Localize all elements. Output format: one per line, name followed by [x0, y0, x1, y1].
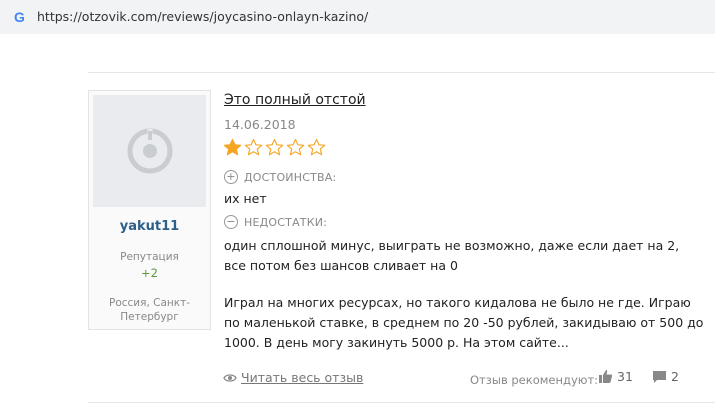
likes-count: 31	[617, 369, 633, 384]
pros-text: их нет	[224, 191, 267, 206]
thumbs-up-icon	[599, 370, 613, 383]
comments-button[interactable]: 2	[652, 369, 679, 384]
review-body: Играл на многих ресурсах, но такого кида…	[224, 295, 704, 350]
avatar[interactable]	[93, 95, 206, 207]
author-username[interactable]: yakut11	[89, 219, 210, 234]
comment-icon	[653, 370, 666, 383]
google-g-icon: G	[14, 9, 25, 25]
star-empty-icon	[286, 138, 305, 156]
read-full-review-text[interactable]: Читать весь отзыв	[241, 370, 363, 385]
plus-circle-icon: +	[224, 170, 238, 184]
star-empty-icon	[265, 138, 284, 156]
author-card: yakut11 Репутация +2 Россия, Санкт- Пете…	[88, 90, 211, 330]
star-rating	[223, 138, 326, 157]
review-title[interactable]: Это полный отстой	[224, 91, 366, 109]
comments-count: 2	[671, 369, 679, 384]
cons-label-text: НЕДОСТАТКИ:	[244, 215, 328, 229]
star-empty-icon	[244, 138, 263, 156]
default-avatar-icon	[127, 128, 172, 174]
address-bar[interactable]: G https://otzovik.com/reviews/joycasino-…	[0, 0, 715, 34]
star-filled-icon	[223, 138, 242, 156]
pros-label: + ДОСТОИНСТВА:	[224, 170, 336, 184]
recommend-label: Отзыв рекомендуют:	[470, 373, 599, 387]
divider-bottom	[88, 402, 715, 403]
review-date: 14.06.2018	[224, 117, 296, 132]
star-empty-icon	[307, 138, 326, 156]
likes-button[interactable]: 31	[598, 369, 633, 384]
author-location: Россия, Санкт- Петербург	[89, 296, 210, 324]
divider-top	[88, 72, 715, 73]
pros-label-text: ДОСТОИНСТВА:	[244, 170, 337, 184]
read-full-review-link[interactable]: Читать весь отзыв	[223, 370, 363, 385]
cons-text: один сплошной минус, выиграть не возможн…	[224, 238, 680, 273]
reputation-label: Репутация	[120, 251, 179, 263]
minus-circle-icon: −	[224, 215, 238, 229]
cons-label: − НЕДОСТАТКИ:	[224, 215, 327, 229]
reputation-value: +2	[141, 266, 158, 280]
url-text[interactable]: https://otzovik.com/reviews/joycasino-on…	[37, 9, 368, 25]
location-line-2: Петербург	[120, 311, 179, 323]
location-line-1: Россия, Санкт-	[109, 297, 190, 309]
eye-icon	[223, 373, 237, 382]
